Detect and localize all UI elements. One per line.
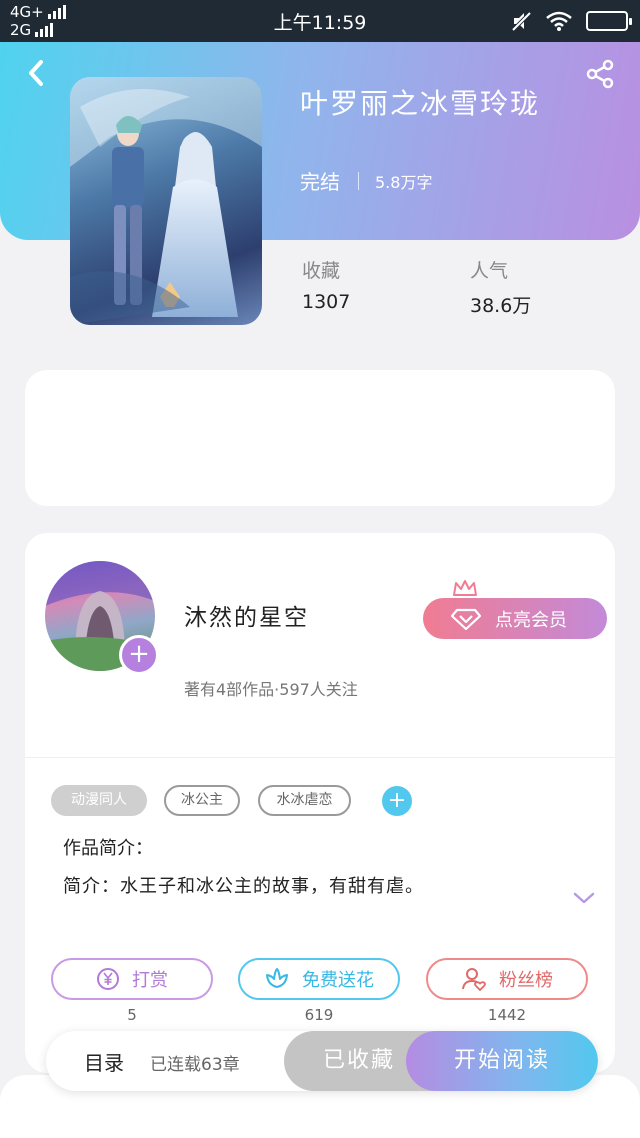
follow-author-button[interactable]: + [119, 635, 159, 675]
popularity-stat: 人气 38.6万 [470, 256, 531, 318]
send-flower-button[interactable]: 免费送花 [238, 958, 400, 1000]
fan-count: 1442 [487, 1006, 527, 1024]
fan-ranking-button[interactable]: 粉丝榜 [426, 958, 588, 1000]
meta-divider [358, 171, 359, 190]
table-of-contents-button[interactable]: 目录 [84, 1047, 124, 1076]
cover-illustration [70, 77, 262, 325]
favorites-stat: 收藏 1307 [302, 256, 350, 313]
tag-ice-princess[interactable]: 冰公主 [164, 785, 240, 816]
wifi-icon [546, 11, 572, 31]
chevron-down-icon[interactable] [572, 890, 596, 906]
intro-text: 简介：水王子和冰公主的故事，有甜有虐。 [63, 876, 424, 897]
author-stats: 著有4部作品·597人关注 [184, 680, 358, 699]
status-bar: 4G+ 2G 上午11:59 [0, 0, 640, 42]
tag-water-ice-romance[interactable]: 水冰虐恋 [258, 785, 351, 816]
intro-heading: 作品简介： [63, 838, 153, 859]
mute-icon [511, 11, 532, 32]
crown-icon [453, 580, 477, 596]
book-meta: 完结 5.8万字 [300, 166, 432, 195]
section-divider [25, 757, 615, 758]
bottom-action-bar: 目录 已连载63章 已收藏 开始阅读 [46, 1031, 598, 1091]
yen-coin-icon [97, 968, 119, 990]
fan-ranking-label: 粉丝榜 [499, 970, 553, 991]
flower-count: 619 [304, 1006, 334, 1024]
favorites-value: 1307 [302, 291, 351, 313]
favorites-label: 收藏 [302, 260, 341, 282]
user-heart-icon [462, 968, 486, 992]
add-tag-button[interactable]: + [382, 786, 412, 816]
book-cover [70, 77, 262, 325]
flower-icon [266, 968, 288, 988]
tag-anime-fanfic[interactable]: 动漫同人 [51, 785, 147, 816]
reward-count: 5 [127, 1006, 137, 1024]
word-count: 5.8万字 [375, 172, 433, 192]
popularity-label: 人气 [470, 260, 509, 282]
chapter-count[interactable]: 已连载63章 [150, 1050, 240, 1075]
diamond-icon [451, 608, 481, 630]
send-flower-label: 免费送花 [302, 970, 374, 991]
share-icon[interactable] [584, 58, 616, 90]
back-icon[interactable] [22, 58, 52, 88]
status-icons [510, 10, 632, 32]
author-name[interactable]: 沐然的星空 [184, 598, 309, 632]
member-button-label: 点亮会员 [495, 609, 567, 631]
start-reading-button[interactable]: 开始阅读 [406, 1031, 598, 1091]
reward-button[interactable]: 打赏 [51, 958, 213, 1000]
reward-label: 打赏 [132, 970, 168, 991]
book-status: 完结 [300, 170, 340, 194]
blank-card [25, 370, 615, 506]
member-button[interactable]: 点亮会员 [423, 598, 607, 639]
popularity-value: 38.6万 [470, 295, 532, 317]
battery-icon [586, 11, 632, 31]
book-title: 叶罗丽之冰雪玲珑 [300, 87, 541, 120]
